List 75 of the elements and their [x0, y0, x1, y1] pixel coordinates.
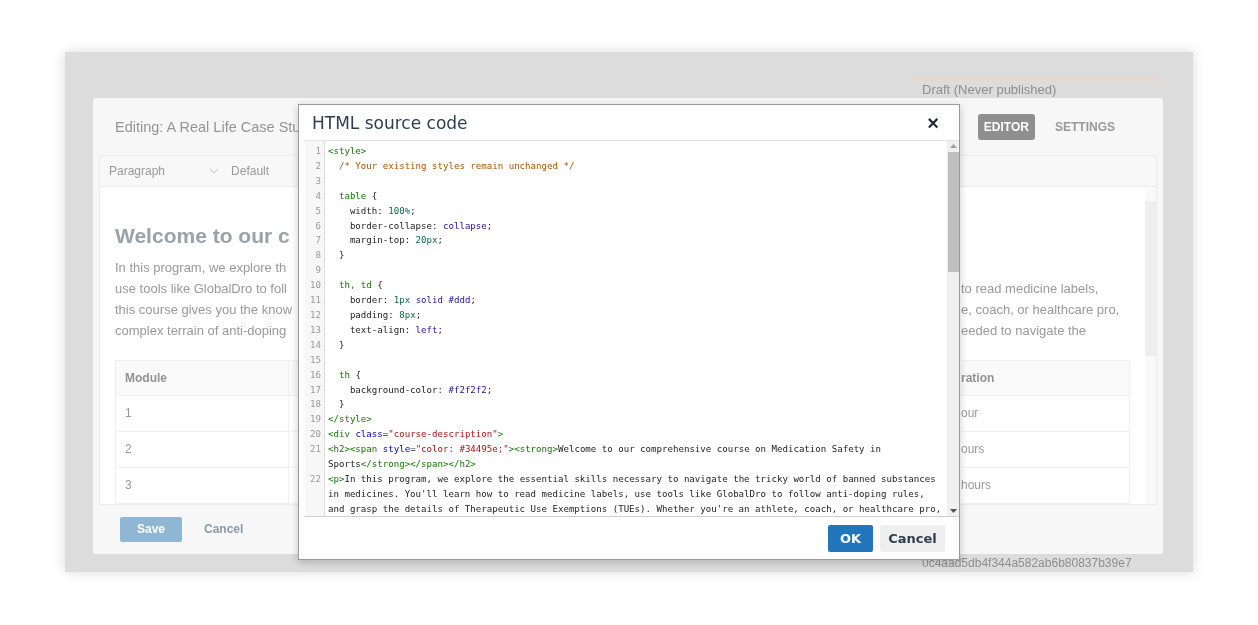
line-number: 11 — [309, 294, 321, 308]
code-line: border: 1px solid #ddd; — [348, 295, 476, 306]
line-number: 5 — [314, 204, 321, 218]
code-line: width: 100%; — [348, 205, 416, 216]
table-cell: our — [961, 395, 1130, 432]
tab[interactable]: SETTINGS — [1049, 113, 1121, 140]
code-line: } — [337, 339, 345, 350]
line-number: 19 — [309, 413, 321, 427]
line-number: 3 — [314, 174, 321, 188]
dialog-title: HTML source code — [312, 112, 468, 133]
code-line: <style> — [328, 146, 367, 156]
code-line: in medicines. You'll learn how to read medicine labels, use tools like GlobalDro to follow anti-doping rules, — [328, 488, 925, 499]
code-line: </style> — [328, 414, 372, 425]
line-number: 15 — [309, 353, 321, 367]
line-number: 17 — [309, 383, 321, 397]
scroll-down-icon[interactable] — [949, 509, 957, 513]
ok-button[interactable]: OK — [828, 524, 873, 552]
line-number: 9 — [314, 264, 321, 278]
code-line: } — [337, 399, 345, 410]
block-format-dropdown[interactable]: Paragraph — [100, 164, 228, 179]
code-line: text-align: left; — [348, 324, 443, 335]
line-number: 7 — [314, 234, 321, 248]
paragraph-line: complex terrain of anti-doping — [115, 321, 288, 340]
code-line: table { — [337, 190, 378, 201]
font-dropdown[interactable]: Default — [227, 164, 274, 179]
code-line: <h2><span style="color: #34495e;"><strong>Welcome to our comprehensive course on Medication Safety in — [328, 444, 881, 455]
line-number: 6 — [314, 219, 321, 233]
code-line: th, td { — [337, 280, 383, 291]
code-line: Sports</strong></span></h2> — [328, 459, 476, 469]
code-line: and grasp the details of Therapeutic Use Exemptions (TUEs). Whether you're an athlete, coach, or healthcare pro, — [328, 503, 942, 514]
code-line: background-color: #f2f2f2; — [348, 384, 493, 395]
paragraph-line: e, coach, or healthcare pro, — [961, 300, 1121, 319]
code-line: padding: 8px; — [348, 309, 422, 320]
code-line: <div class="course-description"> — [328, 429, 504, 440]
paragraph-line: eeded to navigate the — [961, 321, 1088, 340]
table-cell: ours — [961, 431, 1130, 468]
table-cell: 2 — [115, 431, 290, 468]
cancel-button[interactable]: Cancel — [198, 521, 250, 538]
code-line: margin-top: 20px; — [348, 235, 443, 246]
scrollbar[interactable] — [947, 141, 959, 516]
line-number: 22 — [309, 472, 321, 486]
table-cell: 1 — [115, 395, 290, 432]
chevron-down-icon — [209, 168, 220, 175]
table-header-cell: ration — [961, 359, 1130, 396]
line-number: 20 — [309, 428, 321, 442]
line-number: 4 — [314, 189, 321, 203]
paragraph-line: use tools like GlobalDro to foll — [115, 279, 288, 298]
heading-text: Welcome to our c — [115, 223, 290, 248]
paragraph-line: this course gives you the know — [115, 300, 294, 319]
paragraph-line: In this program, we explore th — [115, 258, 288, 277]
cancel-button[interactable]: Cancel — [880, 524, 945, 552]
tab[interactable]: EDITOR — [977, 113, 1035, 140]
line-number: 2 — [314, 159, 321, 173]
line-number: 14 — [309, 338, 321, 352]
code-line: th { — [337, 369, 361, 380]
code-line: border-collapse: collapse; — [348, 220, 493, 231]
line-number: 10 — [309, 279, 321, 293]
line-number: 18 — [309, 398, 321, 412]
close-button[interactable]: × — [927, 112, 939, 133]
code-line: /* Your existing styles remain unchanged */ — [337, 160, 575, 171]
line-number: 21 — [309, 443, 321, 457]
line-number: 1 — [314, 145, 321, 158]
line-number: 12 — [309, 308, 321, 322]
table-header-cell: Module — [115, 359, 290, 396]
paragraph-line: to read medicine labels, — [961, 279, 1100, 298]
table-cell: 3 — [115, 467, 290, 504]
scroll-up-icon[interactable] — [949, 144, 957, 148]
line-number: 8 — [314, 249, 321, 263]
course-id-text: 0c4aad5db4f344a582ab6b80837b39e7 — [922, 556, 1133, 570]
line-number: 16 — [309, 368, 321, 382]
code-line: } — [337, 250, 345, 261]
status-text: Draft (Never published) — [922, 83, 1058, 97]
code-line: <p>In this program, we explore the essential skills necessary to navigate the tricky world of banned substances — [328, 473, 936, 484]
table-cell: hours — [961, 467, 1130, 504]
line-number: 13 — [309, 323, 321, 337]
